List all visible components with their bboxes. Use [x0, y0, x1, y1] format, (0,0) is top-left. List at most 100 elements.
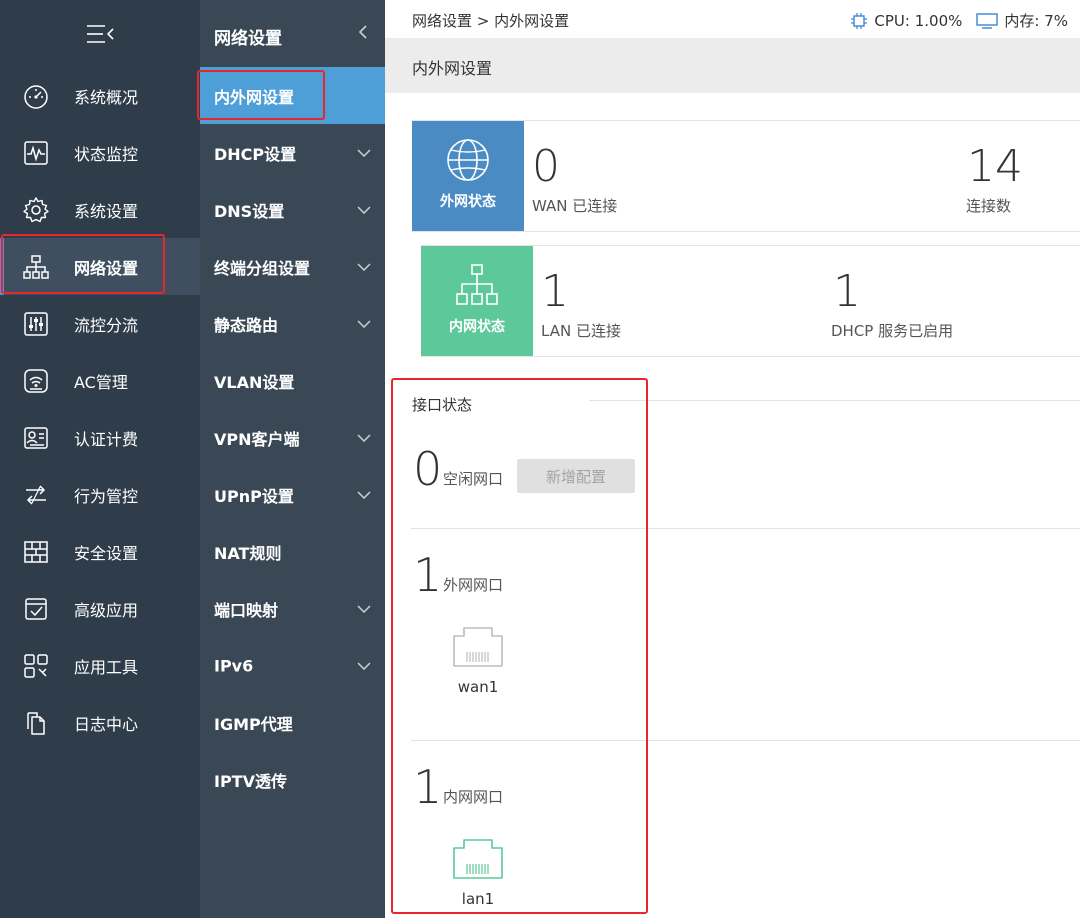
cpu-chip-icon — [851, 12, 868, 29]
nav-item-label: 网络设置 — [74, 258, 139, 278]
wan-status-label: 外网状态 — [440, 194, 496, 210]
nav-item-label: 系统设置 — [74, 201, 139, 221]
nav-item-system-settings[interactable]: 系统设置 — [0, 181, 200, 238]
port-wan1[interactable]: wan1 — [443, 624, 513, 696]
port-lan1[interactable]: lan1 — [443, 836, 513, 908]
submenu-title: 网络设置 — [214, 29, 282, 49]
divider — [411, 740, 1080, 741]
checklist-icon — [25, 597, 47, 620]
nav-item-label: 安全设置 — [74, 543, 139, 563]
monitor-icon — [976, 12, 999, 29]
nav-item-label: 状态监控 — [74, 144, 139, 164]
wifi-router-icon — [24, 368, 48, 393]
nav-item-network-settings[interactable]: 网络设置 — [0, 238, 200, 295]
globe-icon — [447, 139, 489, 181]
connections-count: 14 — [967, 141, 1023, 192]
subnav-item-label: VPN客户端 — [214, 429, 300, 449]
lan-connected-count: 1 — [541, 266, 569, 317]
lan-status-card: 内网状态 1 LAN 已连接 1 DHCP 服务已启用 — [421, 245, 1080, 357]
tools-grid-icon — [24, 653, 48, 678]
nav-item-auth-billing[interactable]: 认证计费 — [0, 409, 200, 466]
equalizer-icon — [24, 311, 48, 336]
subnav-item-label: VLAN设置 — [214, 372, 295, 392]
ethernet-port-icon — [453, 627, 503, 667]
swap-arrows-icon — [26, 484, 46, 505]
subnav-item-label: UPnP设置 — [214, 486, 294, 506]
wan-connected-label: WAN 已连接 — [532, 197, 618, 215]
wan-port-count: 1 — [413, 548, 443, 602]
nav-item-security-settings[interactable]: 安全设置 — [0, 523, 200, 580]
subnav-item-label: 终端分组设置 — [214, 258, 311, 278]
chevron-down-icon — [357, 661, 371, 670]
subnav-item-dns-settings[interactable]: DNS设置 — [200, 181, 385, 238]
menu-toggle-button[interactable] — [0, 0, 200, 67]
nav-item-label: 行为管控 — [74, 486, 139, 506]
subnav-item-label: DHCP设置 — [214, 144, 297, 164]
divider — [411, 528, 1080, 529]
subnav-item-ipv6[interactable]: IPv6 — [200, 637, 385, 694]
submenu-header: 网络设置 — [200, 0, 385, 67]
subnav-item-static-routes[interactable]: 静态路由 — [200, 295, 385, 352]
cpu-usage: CPU: 1.00% — [874, 11, 963, 30]
subnav-item-vpn-client[interactable]: VPN客户端 — [200, 409, 385, 466]
subnav-item-label: IGMP代理 — [214, 714, 293, 734]
nav-item-behavior-control[interactable]: 行为管控 — [0, 466, 200, 523]
memory-usage: 内存: 7% — [1004, 12, 1068, 30]
nav-item-label: 认证计费 — [74, 429, 139, 449]
top-bar: 网络设置 > 内外网设置 CPU: 1.00% 内存: 7% — [385, 0, 1080, 38]
idle-port-label: 空闲网口 — [443, 470, 504, 488]
primary-sidebar: 系统概况 状态监控 系统设置 网络设置 流控分流 AC管理 认证计费 行为管控 … — [0, 0, 200, 918]
chevron-down-icon — [357, 262, 371, 271]
lan-connected-label: LAN 已连接 — [541, 322, 621, 340]
connections-label: 连接数 — [966, 197, 1012, 215]
lan-port-count: 1 — [413, 760, 443, 814]
nav-item-ac-management[interactable]: AC管理 — [0, 352, 200, 409]
nav-item-log-center[interactable]: 日志中心 — [0, 694, 200, 751]
page-title: 内外网设置 — [412, 59, 493, 78]
wan-connected-count: 0 — [532, 141, 560, 192]
divider — [589, 400, 1080, 401]
network-topology-icon — [456, 264, 498, 305]
subnav-item-label: DNS设置 — [214, 201, 285, 221]
add-config-button[interactable]: 新增配置 — [517, 459, 635, 493]
gear-icon — [23, 196, 49, 222]
chevron-down-icon — [357, 148, 371, 157]
subnav-item-igmp-proxy[interactable]: IGMP代理 — [200, 694, 385, 751]
network-topology-icon — [23, 254, 49, 279]
subnav-item-iptv-passthrough[interactable]: IPTV透传 — [200, 751, 385, 808]
subnav-item-label: 端口映射 — [214, 600, 279, 620]
system-status: CPU: 1.00% 内存: 7% — [850, 10, 1068, 31]
gauge-icon — [24, 84, 48, 109]
subnav-item-terminal-groups[interactable]: 终端分组设置 — [200, 238, 385, 295]
subnav-item-label: 内外网设置 — [214, 87, 295, 107]
secondary-sidebar: 网络设置 内外网设置 DHCP设置 DNS设置 终端分组设置 静态路由 VLAN… — [200, 0, 385, 918]
chevron-down-icon — [357, 319, 371, 328]
pulse-monitor-icon — [24, 140, 48, 165]
chevron-down-icon — [357, 604, 371, 613]
ethernet-port-icon — [453, 839, 503, 879]
nav-item-advanced-apps[interactable]: 高级应用 — [0, 580, 200, 637]
page-header: 内外网设置 — [385, 38, 1080, 93]
subnav-item-port-mapping[interactable]: 端口映射 — [200, 580, 385, 637]
chevron-down-icon — [357, 433, 371, 442]
subnav-item-upnp-settings[interactable]: UPnP设置 — [200, 466, 385, 523]
subnav-item-label: NAT规则 — [214, 543, 282, 563]
nav-item-system-overview[interactable]: 系统概况 — [0, 67, 200, 124]
documents-icon — [27, 711, 45, 735]
wan-port-label: 外网网口 — [443, 576, 504, 594]
subnav-item-vlan-settings[interactable]: VLAN设置 — [200, 352, 385, 409]
interface-status-panel: 接口状态 0 空闲网口 新增配置 1 外网网口 wan1 1 内网网口 lan1 — [393, 378, 1080, 918]
nav-item-label: 日志中心 — [74, 714, 139, 734]
subnav-item-wan-lan-settings[interactable]: 内外网设置 — [200, 67, 385, 124]
dhcp-enabled-count: 1 — [833, 266, 861, 317]
interface-status-title: 接口状态 — [412, 396, 473, 414]
nav-item-traffic-control[interactable]: 流控分流 — [0, 295, 200, 352]
subnav-item-dhcp-settings[interactable]: DHCP设置 — [200, 124, 385, 181]
nav-item-status-monitor[interactable]: 状态监控 — [0, 124, 200, 181]
main-content: 网络设置 > 内外网设置 CPU: 1.00% 内存: 7% 内外网设置 外网状… — [385, 0, 1080, 918]
subnav-item-label: IPv6 — [214, 656, 254, 675]
nav-item-app-tools[interactable]: 应用工具 — [0, 637, 200, 694]
subnav-item-nat-rules[interactable]: NAT规则 — [200, 523, 385, 580]
chevron-left-icon[interactable] — [357, 22, 369, 42]
nav-item-label: 高级应用 — [74, 600, 139, 620]
